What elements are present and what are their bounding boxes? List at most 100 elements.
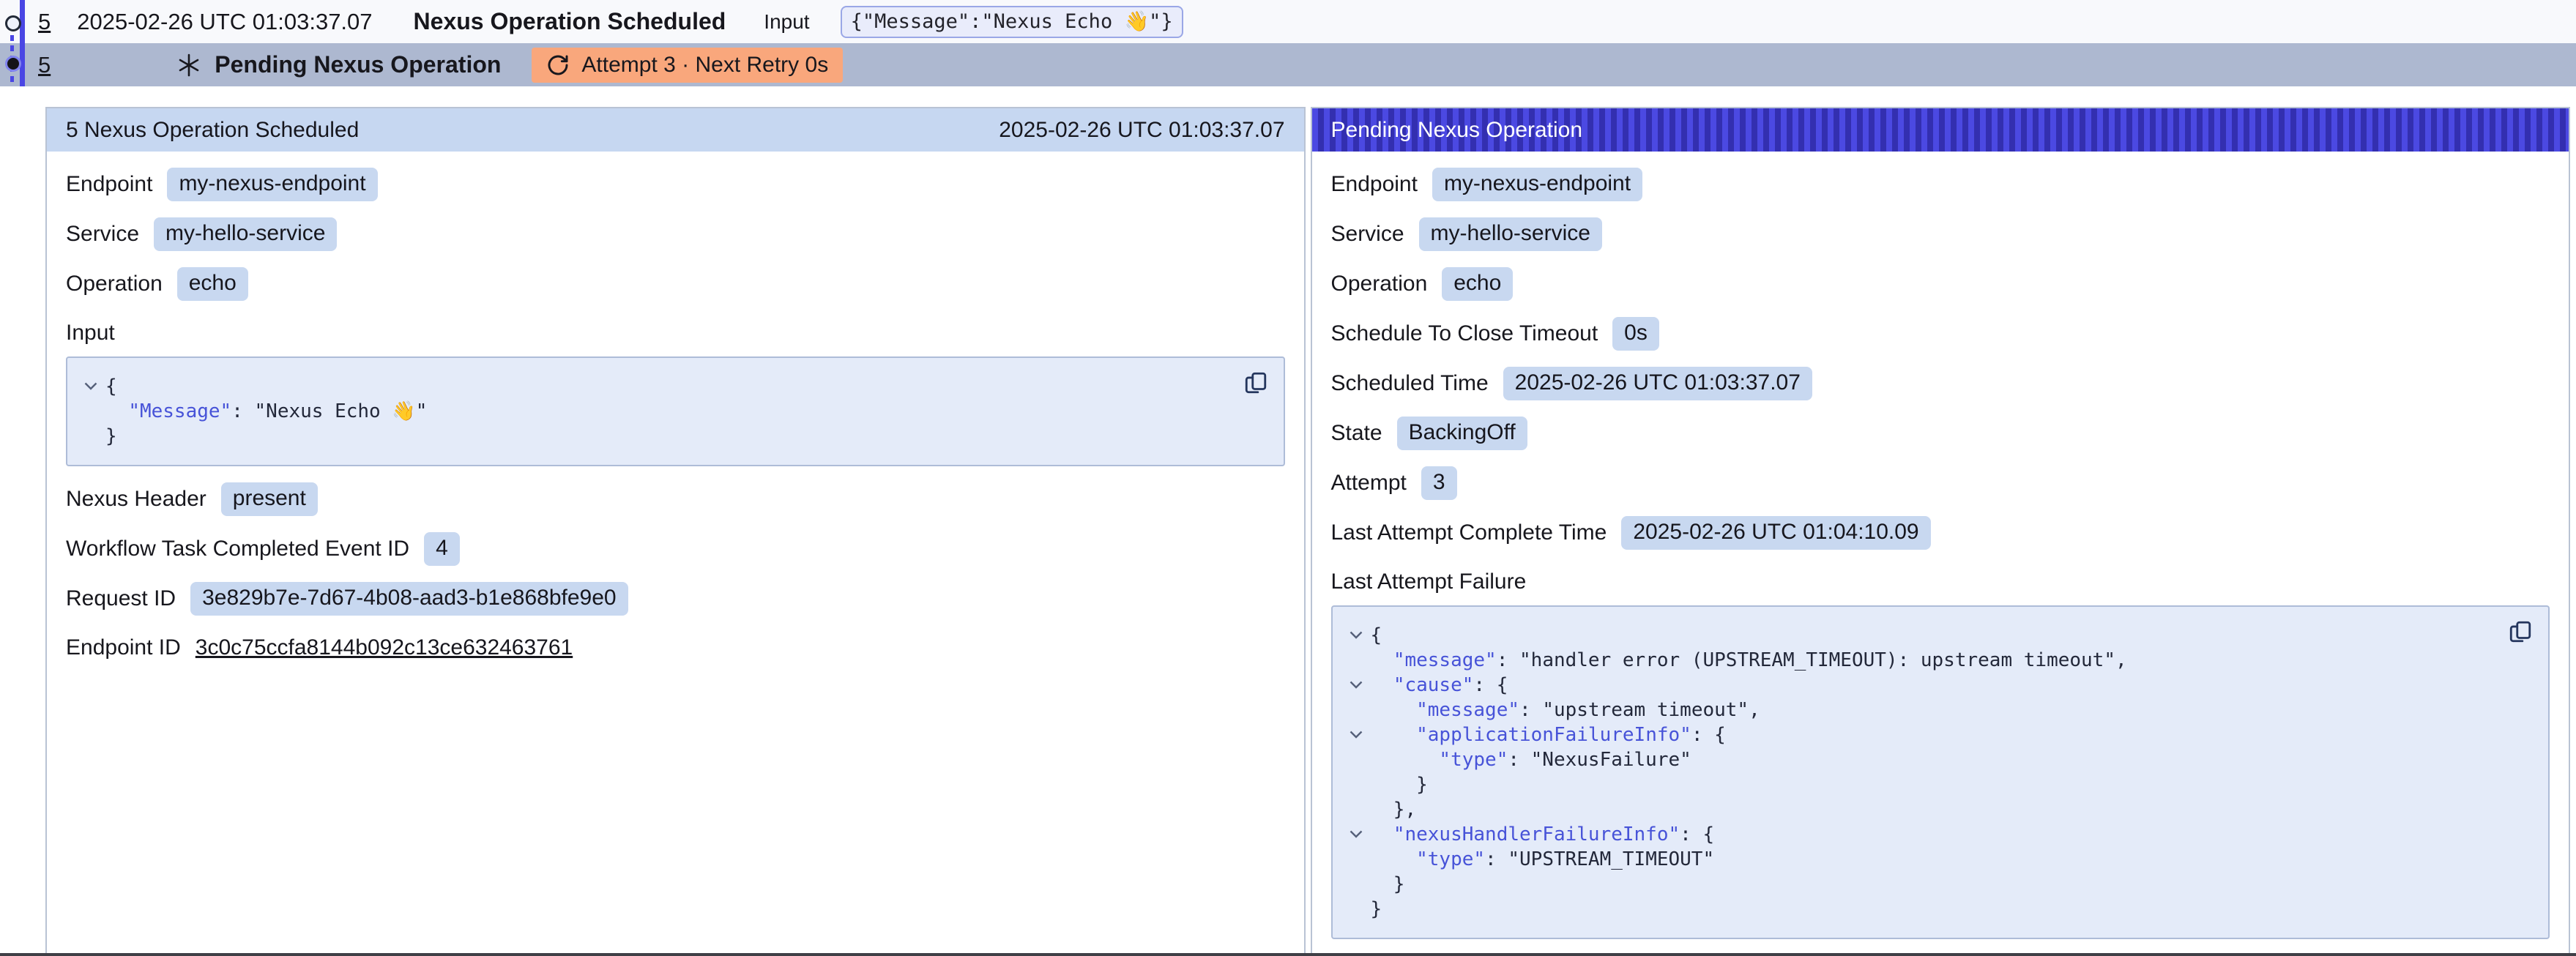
- field-operation-value: echo: [177, 267, 248, 301]
- code-line-text: },: [1371, 797, 1417, 822]
- field-attempt: Attempt 3: [1331, 466, 2550, 500]
- code-gutter: [1341, 772, 1371, 797]
- last-attempt-failure-label: Last Attempt Failure: [1331, 569, 2550, 595]
- input-code-block: { "Message": "Nexus Echo 👋"}: [66, 356, 1285, 466]
- field-endpoint-id: Endpoint ID 3c0c75ccfa8144b092c13ce63246…: [66, 632, 1285, 664]
- pending-service-label: Service: [1331, 222, 1404, 247]
- collapse-chevron-icon[interactable]: [1341, 673, 1371, 698]
- timeline-active-bar: [20, 0, 25, 86]
- field-operation-label: Operation: [66, 272, 163, 296]
- field-service: Service my-hello-service: [1331, 217, 2550, 251]
- code-gutter: [1341, 648, 1371, 673]
- pending-operation-header: Pending Nexus Operation: [1312, 108, 2569, 152]
- pending-stc-timeout-value: 0s: [1612, 317, 1659, 351]
- event-detail-header-timestamp: 2025-02-26 UTC 01:03:37.07: [999, 118, 1284, 143]
- detail-panels: 5 Nexus Operation Scheduled 2025-02-26 U…: [45, 107, 2570, 953]
- field-endpoint-label: Endpoint: [66, 172, 152, 197]
- code-gutter: [1341, 847, 1371, 872]
- pending-state-value: BackingOff: [1397, 417, 1527, 450]
- code-gutter: [76, 399, 105, 424]
- input-section-label: Input: [66, 320, 1285, 346]
- code-line-text: "applicationFailureInfo": {: [1371, 722, 1726, 747]
- field-nexus-header-value: present: [221, 482, 318, 516]
- code-line-text: "type": "NexusFailure": [1371, 747, 1691, 772]
- code-line-text: "type": "UPSTREAM_TIMEOUT": [1371, 847, 1715, 872]
- pending-id-link[interactable]: 5: [38, 52, 51, 78]
- pending-scheduled-time-label: Scheduled Time: [1331, 371, 1489, 396]
- pending-operation-label: Operation: [1331, 272, 1428, 296]
- event-timestamp: 2025-02-26 UTC 01:03:37.07: [77, 9, 372, 35]
- event-row-nexus-operation-scheduled[interactable]: 5 2025-02-26 UTC 01:03:37.07 Nexus Opera…: [0, 0, 2576, 43]
- pending-last-attempt-complete-label: Last Attempt Complete Time: [1331, 520, 1607, 545]
- pending-attempt-label: Attempt: [1331, 471, 1407, 496]
- attempt-retry-badge: Attempt 3 · Next Retry 0s: [532, 48, 843, 83]
- pending-attempt-value: 3: [1421, 466, 1457, 500]
- field-last-attempt-complete-time: Last Attempt Complete Time 2025-02-26 UT…: [1331, 516, 2550, 550]
- collapse-chevron-icon[interactable]: [76, 374, 105, 399]
- event-title: Nexus Operation Scheduled: [414, 8, 726, 35]
- field-request-id: Request ID 3e829b7e-7d67-4b08-aad3-b1e86…: [66, 582, 1285, 616]
- pending-operation-panel: Pending Nexus Operation Endpoint my-nexu…: [1311, 107, 2571, 953]
- code-line-text: "Message": "Nexus Echo 👋": [105, 399, 427, 424]
- copy-button[interactable]: [2506, 617, 2535, 646]
- pending-last-attempt-complete-value: 2025-02-26 UTC 01:04:10.09: [1621, 516, 1930, 550]
- timeline-node-open: [5, 15, 21, 31]
- field-scheduled-time: Scheduled Time 2025-02-26 UTC 01:03:37.0…: [1331, 367, 2550, 400]
- code-line-text: }: [1371, 872, 1405, 897]
- code-line-text: "cause": {: [1371, 673, 1508, 698]
- pending-asterisk-icon: [176, 53, 201, 78]
- field-schedule-to-close-timeout: Schedule To Close Timeout 0s: [1331, 317, 2550, 351]
- code-line-text: "nexusHandlerFailureInfo": {: [1371, 822, 1715, 847]
- field-nexus-header-label: Nexus Header: [66, 487, 206, 512]
- field-request-id-value: 3e829b7e-7d67-4b08-aad3-b1e868bfe9e0: [190, 582, 628, 616]
- field-workflow-task-completed-event-id: Workflow Task Completed Event ID 4: [66, 532, 1285, 566]
- event-input-label: Input: [764, 10, 809, 34]
- field-endpoint-id-label: Endpoint ID: [66, 635, 181, 660]
- code-line-text: "message": "handler error (UPSTREAM_TIME…: [1371, 648, 2127, 673]
- field-state: State BackingOff: [1331, 417, 2550, 450]
- pending-operation-header-title: Pending Nexus Operation: [1331, 118, 1583, 143]
- field-operation: Operation echo: [1331, 267, 2550, 301]
- endpoint-id-link[interactable]: 3c0c75ccfa8144b092c13ce632463761: [196, 635, 573, 660]
- event-detail-header-title: 5 Nexus Operation Scheduled: [66, 118, 359, 143]
- collapse-chevron-icon[interactable]: [1341, 822, 1371, 847]
- event-detail-panel: 5 Nexus Operation Scheduled 2025-02-26 U…: [45, 107, 1306, 953]
- event-id-link[interactable]: 5: [38, 9, 51, 35]
- field-request-id-label: Request ID: [66, 586, 176, 611]
- field-service: Service my-hello-service: [66, 217, 1285, 251]
- failure-code-block: { "message": "handler error (UPSTREAM_TI…: [1331, 605, 2550, 939]
- event-input-chip[interactable]: {"Message":"Nexus Echo 👋"}: [841, 6, 1183, 38]
- timeline-node-selected: [5, 56, 21, 72]
- pending-scheduled-time-value: 2025-02-26 UTC 01:03:37.07: [1503, 367, 1812, 400]
- field-wft-completed-value: 4: [424, 532, 460, 566]
- code-gutter: [1341, 747, 1371, 772]
- code-gutter: [1341, 698, 1371, 722]
- bottom-divider: [0, 953, 2576, 956]
- field-endpoint: Endpoint my-nexus-endpoint: [1331, 168, 2550, 201]
- field-endpoint: Endpoint my-nexus-endpoint: [66, 168, 1285, 201]
- field-operation: Operation echo: [66, 267, 1285, 301]
- pending-stc-timeout-label: Schedule To Close Timeout: [1331, 321, 1598, 346]
- pending-endpoint-label: Endpoint: [1331, 172, 1418, 197]
- pending-endpoint-value: my-nexus-endpoint: [1432, 168, 1642, 201]
- code-line-text: }: [105, 424, 117, 449]
- collapse-chevron-icon[interactable]: [1341, 722, 1371, 747]
- event-detail-header: 5 Nexus Operation Scheduled 2025-02-26 U…: [47, 108, 1304, 152]
- code-line-text: "message": "upstream timeout",: [1371, 698, 1760, 722]
- collapse-chevron-icon[interactable]: [1341, 623, 1371, 648]
- pending-state-label: State: [1331, 421, 1382, 446]
- pending-title: Pending Nexus Operation: [215, 51, 501, 78]
- field-wft-completed-label: Workflow Task Completed Event ID: [66, 537, 409, 561]
- code-gutter: [1341, 797, 1371, 822]
- code-gutter: [1341, 872, 1371, 897]
- field-service-value: my-hello-service: [154, 217, 337, 251]
- pending-service-value: my-hello-service: [1419, 217, 1602, 251]
- retry-icon: [546, 53, 570, 77]
- field-nexus-header: Nexus Header present: [66, 482, 1285, 516]
- pending-operation-value: echo: [1442, 267, 1513, 301]
- copy-button[interactable]: [1241, 368, 1270, 397]
- timeline-connector-dashed: [10, 25, 14, 85]
- pending-operation-row[interactable]: 5 Pending Nexus Operation Attempt 3 · Ne…: [0, 43, 2576, 86]
- code-line-text: {: [105, 374, 117, 399]
- field-endpoint-value: my-nexus-endpoint: [167, 168, 377, 201]
